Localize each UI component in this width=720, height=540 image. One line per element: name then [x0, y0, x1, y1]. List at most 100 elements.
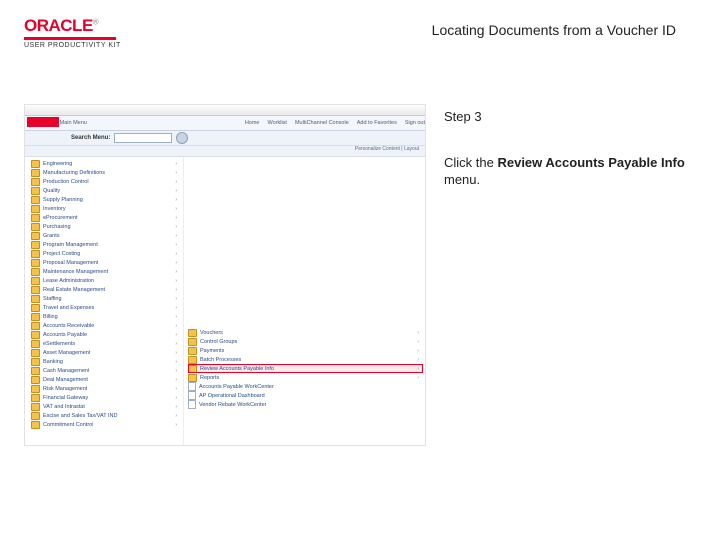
left-menu-item[interactable]: Inventory›: [31, 204, 181, 213]
chevron-right-icon: ›: [175, 368, 177, 374]
chevron-right-icon: ›: [175, 278, 177, 284]
left-menu-label: Commitment Control: [43, 422, 93, 428]
left-menu: Engineering›Manufacturing Definitions›Pr…: [25, 157, 184, 446]
left-menu-item[interactable]: Accounts Receivable›: [31, 321, 181, 330]
folder-icon: [31, 196, 40, 204]
chevron-right-icon: ›: [175, 260, 177, 266]
folder-icon: [31, 250, 40, 258]
nav-add-favorites[interactable]: Add to Favorites: [357, 120, 397, 126]
search-go-icon[interactable]: [176, 132, 188, 144]
left-menu-item[interactable]: Engineering›: [31, 159, 181, 168]
left-menu-item[interactable]: Staffing›: [31, 294, 181, 303]
chevron-right-icon: ›: [175, 287, 177, 293]
oracle-logo-icon: [27, 117, 59, 127]
sub-menu-item[interactable]: Payments›: [188, 346, 423, 355]
left-menu-item[interactable]: Quality›: [31, 186, 181, 195]
document-icon: [188, 382, 196, 391]
sub-menu-label: Accounts Payable WorkCenter: [199, 384, 274, 390]
sub-menu-label: Batch Processes: [200, 357, 241, 363]
left-menu-item[interactable]: Risk Management›: [31, 384, 181, 393]
chevron-right-icon: ›: [175, 179, 177, 185]
top-nav: Favorites Main Menu Home Worklist MultiC…: [25, 116, 425, 131]
left-menu-item[interactable]: Travel and Expenses›: [31, 303, 181, 312]
left-menu-item[interactable]: Excise and Sales Tax/VAT IND›: [31, 411, 181, 420]
left-menu-item[interactable]: Cash Management›: [31, 366, 181, 375]
left-menu-item[interactable]: Proposal Management ›: [31, 258, 181, 267]
left-menu-item[interactable]: Financial Gateway ›: [31, 393, 181, 402]
search-input[interactable]: [114, 133, 172, 143]
left-menu-label: Staffing: [43, 296, 62, 302]
folder-icon: [31, 421, 40, 429]
chevron-right-icon: ›: [417, 375, 419, 381]
sub-menu-item[interactable]: Accounts Payable WorkCenter: [188, 382, 423, 391]
sub-menu-item[interactable]: Vendor Rebate WorkCenter: [188, 400, 423, 409]
left-menu-item[interactable]: Production Control ›: [31, 177, 181, 186]
folder-icon: [31, 376, 40, 384]
left-menu-label: Excise and Sales Tax/VAT IND: [43, 413, 118, 419]
left-menu-item[interactable]: Billing›: [31, 312, 181, 321]
left-menu-label: Purchasing: [43, 224, 71, 230]
left-menu-label: Banking: [43, 359, 63, 365]
instruction-text: Click the Review Accounts Payable Info m…: [444, 154, 694, 189]
folder-icon: [31, 268, 40, 276]
folder-icon: [31, 313, 40, 321]
sub-menu-item[interactable]: Batch Processes›: [188, 355, 423, 364]
nav-signout[interactable]: Sign out: [405, 120, 425, 126]
left-menu-item[interactable]: VAT and Intrastat›: [31, 402, 181, 411]
folder-icon: [31, 277, 40, 285]
left-menu-item[interactable]: Purchasing›: [31, 222, 181, 231]
left-menu-label: Manufacturing Definitions: [43, 170, 105, 176]
nav-worklist[interactable]: Worklist: [267, 120, 286, 126]
left-menu-label: Accounts Receivable: [43, 323, 94, 329]
nav-mc-console[interactable]: MultiChannel Console: [295, 120, 349, 126]
left-menu-label: Financial Gateway: [43, 395, 88, 401]
brand-underline: [24, 37, 116, 40]
nav-main-menu[interactable]: Main Menu: [60, 120, 87, 126]
left-menu-item[interactable]: Banking›: [31, 357, 181, 366]
left-menu-item[interactable]: eProcurement›: [31, 213, 181, 222]
sub-menu-item[interactable]: Reports›: [188, 373, 423, 382]
left-menu-label: Proposal Management: [43, 260, 98, 266]
left-menu-label: Travel and Expenses: [43, 305, 94, 311]
chevron-right-icon: ›: [175, 422, 177, 428]
nav-home[interactable]: Home: [245, 120, 260, 126]
left-menu-label: Production Control: [43, 179, 89, 185]
left-menu-item[interactable]: Asset Management›: [31, 348, 181, 357]
personalize-link[interactable]: Personalize Content | Layout: [355, 146, 419, 152]
sub-menu-item[interactable]: Control Groups›: [188, 337, 423, 346]
folder-icon: [31, 304, 40, 312]
left-menu-item[interactable]: Accounts Payable›: [31, 330, 181, 339]
folder-icon: [31, 358, 40, 366]
left-menu-item[interactable]: Lease Administration ›: [31, 276, 181, 285]
chevron-right-icon: ›: [175, 206, 177, 212]
peoplesoft-ui: Favorites Main Menu Home Worklist MultiC…: [25, 105, 425, 445]
page-root: ORACLE® USER PRODUCTIVITY KIT Locating D…: [0, 0, 720, 540]
chevron-right-icon: ›: [175, 395, 177, 401]
sub-menu-label: Control Groups: [200, 339, 237, 345]
step-label: Step 3: [444, 108, 694, 126]
left-menu-item[interactable]: Commitment Control ›: [31, 420, 181, 429]
sub-menu-item-highlighted[interactable]: Review Accounts Payable Info›: [188, 364, 423, 373]
left-menu-item[interactable]: Project Costing›: [31, 249, 181, 258]
folder-icon: [31, 205, 40, 213]
sub-menu-item[interactable]: AP Operational Dashboard: [188, 391, 423, 400]
left-menu-label: Deal Management: [43, 377, 88, 383]
browser-chrome: [25, 105, 425, 116]
left-menu-label: eProcurement: [43, 215, 78, 221]
chevron-right-icon: ›: [175, 404, 177, 410]
folder-icon: [31, 259, 40, 267]
left-menu-item[interactable]: eSettlements›: [31, 339, 181, 348]
folder-icon: [31, 322, 40, 330]
sub-menu-item[interactable]: Vouchers›: [188, 328, 423, 337]
left-menu-item[interactable]: Maintenance Management›: [31, 267, 181, 276]
chevron-right-icon: ›: [175, 269, 177, 275]
left-menu-label: Lease Administration: [43, 278, 94, 284]
folder-icon: [31, 385, 40, 393]
chevron-right-icon: ›: [417, 348, 419, 354]
left-menu-item[interactable]: Grants›: [31, 231, 181, 240]
left-menu-item[interactable]: Supply Planning›: [31, 195, 181, 204]
left-menu-item[interactable]: Program Management›: [31, 240, 181, 249]
left-menu-item[interactable]: Manufacturing Definitions›: [31, 168, 181, 177]
left-menu-item[interactable]: Deal Management›: [31, 375, 181, 384]
left-menu-item[interactable]: Real Estate Management›: [31, 285, 181, 294]
